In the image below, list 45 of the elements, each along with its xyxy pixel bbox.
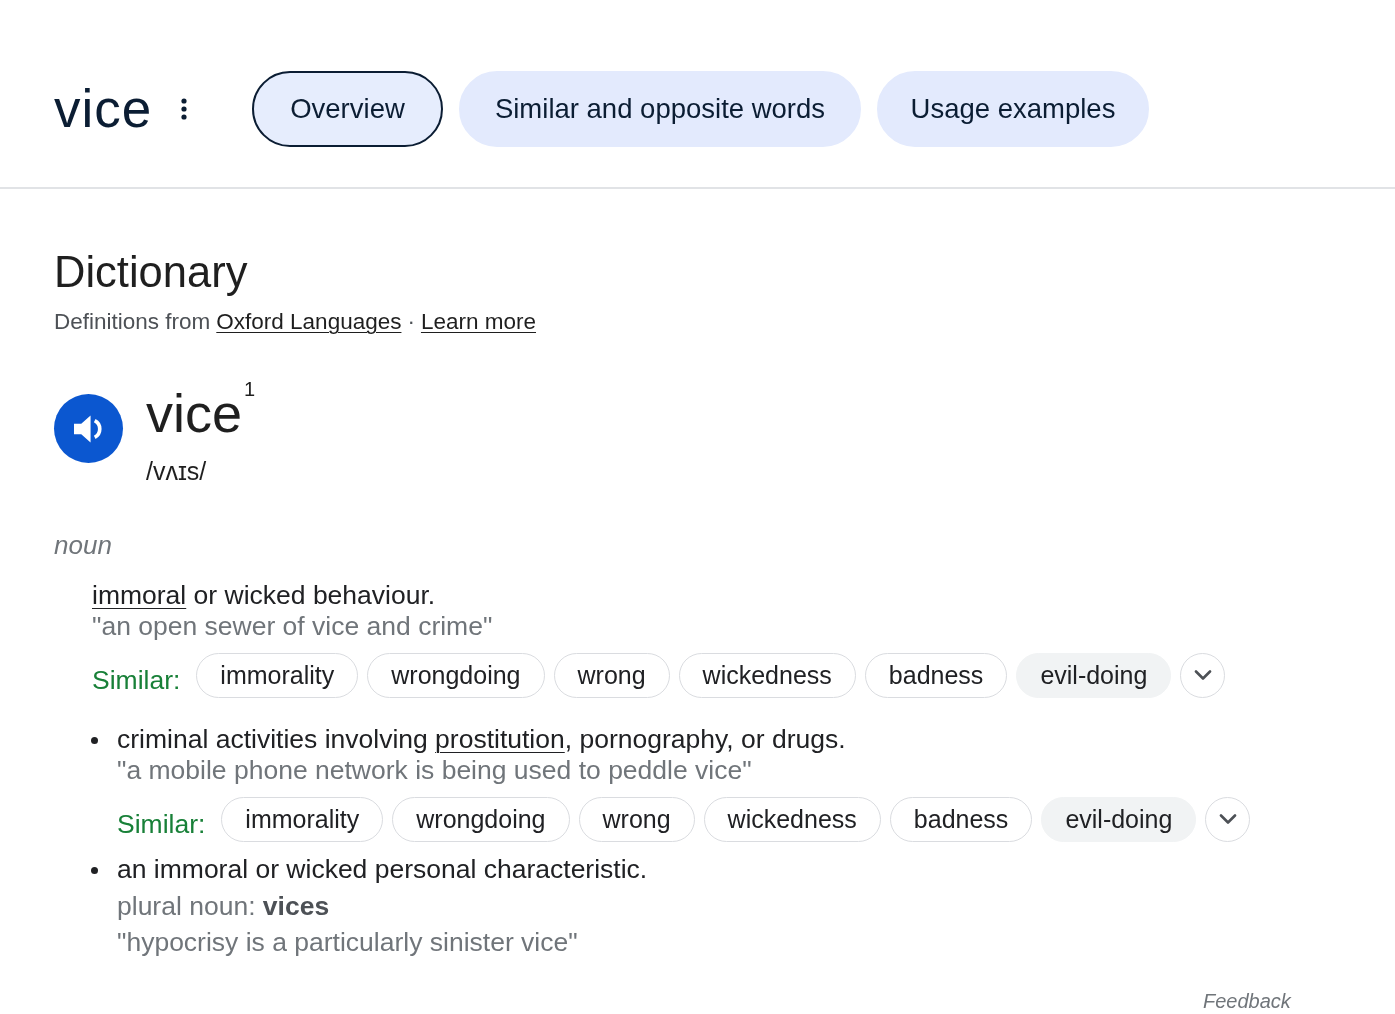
synonym-chip[interactable]: immorality: [196, 653, 359, 698]
synonym-chip[interactable]: evil-doing: [1016, 653, 1172, 698]
definition-link[interactable]: prostitution: [435, 724, 565, 754]
bullet-icon: [91, 737, 98, 744]
synonym-chip[interactable]: wickedness: [678, 653, 856, 698]
headword: vice: [146, 384, 243, 442]
synonym-chip[interactable]: wrongdoing: [367, 653, 545, 698]
pronunciation-text: /vʌɪs/: [146, 456, 208, 486]
definition-text: immoral or wicked behaviour.: [92, 580, 437, 611]
search-term-title: vice: [54, 78, 154, 140]
source-text: Definitions from: [54, 308, 211, 336]
expand-button[interactable]: [1180, 653, 1226, 698]
expand-button[interactable]: [1205, 797, 1251, 842]
chevron-down-icon: [1218, 814, 1237, 825]
tab[interactable]: Similar and opposite words: [459, 71, 861, 147]
synonym-chip[interactable]: badness: [889, 797, 1033, 842]
speaker-icon: [74, 414, 103, 443]
part-of-speech: noun: [54, 530, 113, 560]
feedback-link[interactable]: Feedback: [1203, 990, 1291, 1012]
source-link[interactable]: Oxford Languages: [216, 307, 402, 336]
definition-link[interactable]: immoral: [92, 580, 187, 610]
synonym-chip[interactable]: badness: [864, 653, 1008, 698]
separator-dot: ·: [407, 308, 415, 336]
synonym-chip[interactable]: immorality: [221, 797, 384, 842]
synonym-chip[interactable]: wrong: [553, 653, 670, 698]
synonym-chip[interactable]: wrong: [578, 797, 695, 842]
tab[interactable]: Overview: [252, 71, 443, 147]
homograph-number: 1: [244, 378, 256, 400]
chevron-down-icon: [1193, 670, 1212, 681]
synonym-chip[interactable]: wickedness: [703, 797, 881, 842]
definition-text: an immoral or wicked personal characteristic.: [117, 854, 648, 885]
tab[interactable]: Usage examples: [877, 71, 1149, 147]
similar-label: Similar:: [117, 808, 206, 840]
learn-more-link[interactable]: Learn more: [420, 307, 536, 336]
example-text: "a mobile phone network is being used to peddle vice": [117, 755, 753, 786]
bullet-icon: [91, 867, 98, 874]
similar-label: Similar:: [92, 664, 181, 696]
synonym-chip[interactable]: wrongdoing: [392, 797, 570, 842]
inflection-text: plural noun: vices: [117, 891, 331, 922]
more-vertical-icon: [181, 98, 187, 120]
synonym-chip[interactable]: evil-doing: [1041, 797, 1197, 842]
section-heading: Dictionary: [54, 247, 249, 298]
example-text: "an open sewer of vice and crime": [92, 611, 494, 642]
example-text: "hypocrisy is a particularly sinister vice": [117, 927, 579, 958]
definition-text: criminal activities involving prostitution, pornography, or drugs.: [117, 724, 847, 755]
